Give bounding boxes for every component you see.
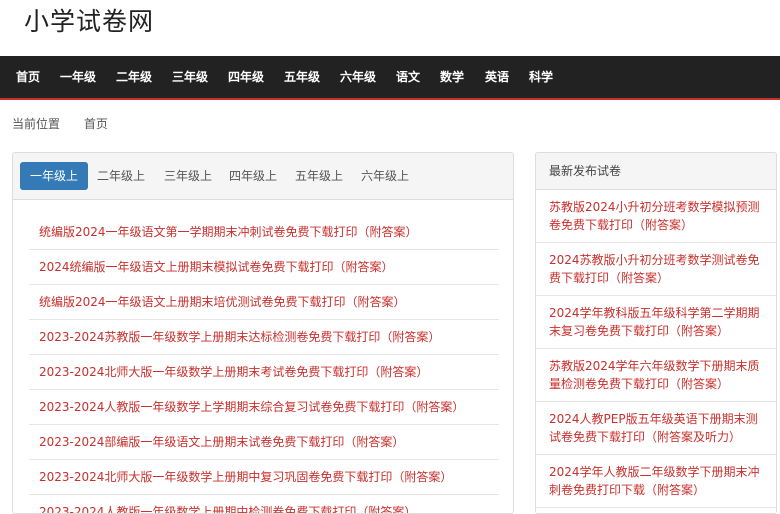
recent-paper-link[interactable]: 苏教版2024学年六年级数学下册期末质量检测卷免费下载打印（附答案） [536,349,776,402]
nav-item-grade-1[interactable]: 一年级 [60,56,96,98]
article-list: 统编版2024一年级语文第一学期期末冲刺试卷免费下载打印（附答案） 2024统编… [29,215,499,513]
nav-item-science[interactable]: 科学 [529,56,553,98]
recent-paper-link[interactable]: 2024人教PEP版五年级英语下册期末测试卷免费下载打印（附答案及听力） [536,402,776,455]
article-link[interactable]: 2023-2024部编版一年级语文上册期末试卷免费下载打印（附答案） [29,425,499,460]
article-link[interactable]: 2023-2024人教版一年级数学上学期期末综合复习试卷免费下载打印（附答案） [29,390,499,425]
recent-paper-link[interactable]: 2024苏教版小升初分班考数学测试卷免费下载打印（附答案） [536,243,776,296]
breadcrumb: 当前位置 首页 [12,115,128,132]
tab-grade-4-first[interactable]: 四年级上 [219,162,287,190]
grade-papers-panel: 一年级上 二年级上 三年级上 四年级上 五年级上 六年级上 统编版2024一年级… [12,152,514,514]
nav-item-home[interactable]: 首页 [16,56,40,98]
nav-item-grade-3[interactable]: 三年级 [172,56,208,98]
article-link[interactable]: 统编版2024一年级语文上册期末培优测试卷免费下载打印（附答案） [29,285,499,320]
nav-item-grade-5[interactable]: 五年级 [284,56,320,98]
tab-grade-3-first[interactable]: 三年级上 [154,162,222,190]
nav-item-chinese[interactable]: 语文 [396,56,420,98]
main-navbar: 首页 一年级 二年级 三年级 四年级 五年级 六年级 语文 数学 英语 科学 [0,56,780,100]
recent-papers-panel: 最新发布试卷 苏教版2024小升初分班考数学模拟预测卷免费下载打印（附答案） 2… [535,152,777,514]
nav-item-math[interactable]: 数学 [440,56,464,98]
recent-paper-link[interactable]: 2024学年教科版五年级科学第二学期期末复习卷免费下载打印（附答案） [536,296,776,349]
grade-tabs: 一年级上 二年级上 三年级上 四年级上 五年级上 六年级上 [13,153,513,200]
recent-papers-title: 最新发布试卷 [536,153,776,190]
breadcrumb-label: 当前位置 [12,117,61,131]
article-link[interactable]: 2024统编版一年级语文上册期末模拟试卷免费下载打印（附答案） [29,250,499,285]
site-header: 小学试卷网 [0,0,780,56]
tab-grade-2-first[interactable]: 二年级上 [87,162,155,190]
nav-item-english[interactable]: 英语 [485,56,509,98]
breadcrumb-home-link[interactable]: 首页 [84,117,108,131]
tab-grade-1-first[interactable]: 一年级上 [20,162,89,190]
article-link[interactable]: 2023-2024人教版一年级数学上册期中检测卷免费下载打印（附答案） [29,495,499,513]
article-link[interactable]: 2023-2024北师大版一年级数学上册期末考试卷免费下载打印（附答案） [29,355,499,390]
article-link[interactable]: 统编版2024一年级语文第一学期期末冲刺试卷免费下载打印（附答案） [29,215,499,250]
tab-grade-6-first[interactable]: 六年级上 [351,162,419,190]
article-link[interactable]: 2023-2024苏教版一年级数学上册期末达标检测卷免费下载打印（附答案） [29,320,499,355]
tab-grade-5-first[interactable]: 五年级上 [285,162,353,190]
site-title[interactable]: 小学试卷网 [24,2,154,38]
nav-item-grade-6[interactable]: 六年级 [340,56,376,98]
article-link[interactable]: 2023-2024北师大版一年级数学上册期中复习巩固卷免费下载打印（附答案） [29,460,499,495]
nav-item-grade-2[interactable]: 二年级 [116,56,152,98]
nav-item-grade-4[interactable]: 四年级 [228,56,264,98]
recent-paper-link[interactable]: 苏教版2024小升初分班考数学模拟预测卷免费下载打印（附答案） [536,190,776,243]
recent-paper-link[interactable]: 2024学年人教版二年级数学下册期末冲刺卷免费打印下载（附答案） [536,455,776,508]
